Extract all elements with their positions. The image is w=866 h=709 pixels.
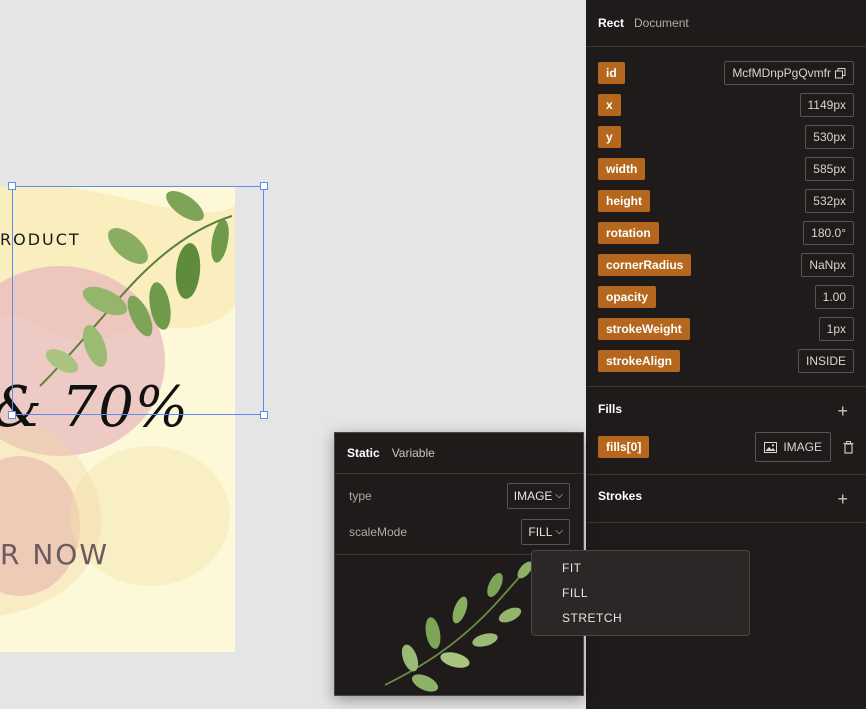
fill-image-label: IMAGE: [783, 440, 822, 454]
image-icon: [764, 441, 778, 453]
property-key: y: [598, 126, 621, 148]
property-value-x[interactable]: 1149px: [799, 93, 854, 117]
trash-icon[interactable]: [843, 440, 854, 454]
tab-static[interactable]: Static: [347, 446, 380, 460]
property-key: cornerRadius: [598, 254, 692, 276]
property-key: x: [598, 94, 621, 116]
resize-handle-top-right[interactable]: [260, 182, 268, 190]
fill-image-button[interactable]: IMAGE: [755, 432, 831, 462]
tab-document[interactable]: Document: [634, 16, 689, 30]
tab-rect[interactable]: Rect: [598, 16, 624, 30]
property-value-opacity[interactable]: 1.00: [814, 285, 854, 309]
property-value-width[interactable]: 585px: [805, 157, 854, 181]
popover-tabs: Static Variable: [335, 433, 583, 474]
divider: [586, 474, 866, 475]
property-key: strokeAlign: [598, 350, 681, 372]
fill-row: fills[0] IMAGE: [598, 432, 854, 462]
property-value-height[interactable]: 532px: [805, 189, 854, 213]
type-select-value: IMAGE: [513, 489, 553, 503]
property-value-y[interactable]: 530px: [805, 125, 854, 149]
dropdown-option-fill[interactable]: FILL: [532, 585, 749, 610]
type-select[interactable]: IMAGE ⌵: [506, 483, 570, 509]
add-stroke-plus-icon[interactable]: +: [837, 490, 848, 508]
chevron-down-icon: ⌵: [555, 526, 563, 537]
property-row-stroke-align: strokeAlign INSIDE: [598, 349, 854, 373]
property-key: strokeWeight: [598, 318, 690, 340]
dropdown-option-stretch[interactable]: STRETCH: [532, 610, 749, 635]
property-key: opacity: [598, 286, 657, 308]
property-value-corner-radius[interactable]: NaNpx: [801, 253, 854, 277]
fills-title: Fills: [598, 402, 623, 416]
scale-mode-row: scaleMode FILL ⌵: [349, 519, 570, 545]
add-fill-plus-icon[interactable]: +: [837, 402, 848, 420]
property-value-id[interactable]: McfMDnpPgQvmfr: [724, 61, 854, 85]
resize-handle-bottom-right[interactable]: [260, 411, 268, 419]
divider: [586, 386, 866, 387]
art-product-text: RODUCT: [0, 230, 81, 249]
property-row-corner-radius: cornerRadius NaNpx: [598, 253, 854, 277]
property-row-y: y 530px: [598, 125, 854, 149]
property-key: rotation: [598, 222, 659, 244]
strokes-title: Strokes: [598, 489, 643, 503]
chevron-down-icon: ⌵: [555, 490, 563, 501]
copy-icon[interactable]: [835, 67, 846, 79]
property-key: id: [598, 62, 625, 84]
property-row-x: x 1149px: [598, 93, 854, 117]
type-label: type: [349, 489, 372, 503]
dropdown-option-fit[interactable]: FIT: [532, 560, 749, 585]
property-row-opacity: opacity 1.00: [598, 285, 854, 309]
divider: [586, 522, 866, 523]
property-value-stroke-weight[interactable]: 1px: [818, 317, 854, 341]
property-row-stroke-weight: strokeWeight 1px: [598, 317, 854, 341]
property-key: width: [598, 158, 646, 180]
property-row-height: height 532px: [598, 189, 854, 213]
id-value-text: McfMDnpPgQvmfr: [732, 66, 831, 80]
property-value-rotation[interactable]: 180.0°: [803, 221, 854, 245]
property-key: height: [598, 190, 650, 212]
property-row-width: width 585px: [598, 157, 854, 181]
property-row-id: id McfMDnpPgQvmfr: [598, 61, 854, 85]
property-row-rotation: rotation 180.0°: [598, 221, 854, 245]
inspector-tabs: Rect Document: [586, 0, 866, 47]
scale-mode-select[interactable]: FILL ⌵: [521, 519, 570, 545]
tab-variable[interactable]: Variable: [392, 446, 435, 460]
scale-mode-select-value: FILL: [528, 525, 553, 539]
scale-mode-label: scaleMode: [349, 525, 408, 539]
property-value-stroke-align[interactable]: INSIDE: [797, 349, 854, 373]
fill-key[interactable]: fills[0]: [598, 436, 650, 458]
art-now-text: R NOW: [0, 538, 110, 571]
scale-mode-dropdown: FIT FILL STRETCH: [531, 550, 750, 636]
art-sale-text: & 70%: [0, 375, 190, 440]
type-row: type IMAGE ⌵: [349, 483, 570, 509]
